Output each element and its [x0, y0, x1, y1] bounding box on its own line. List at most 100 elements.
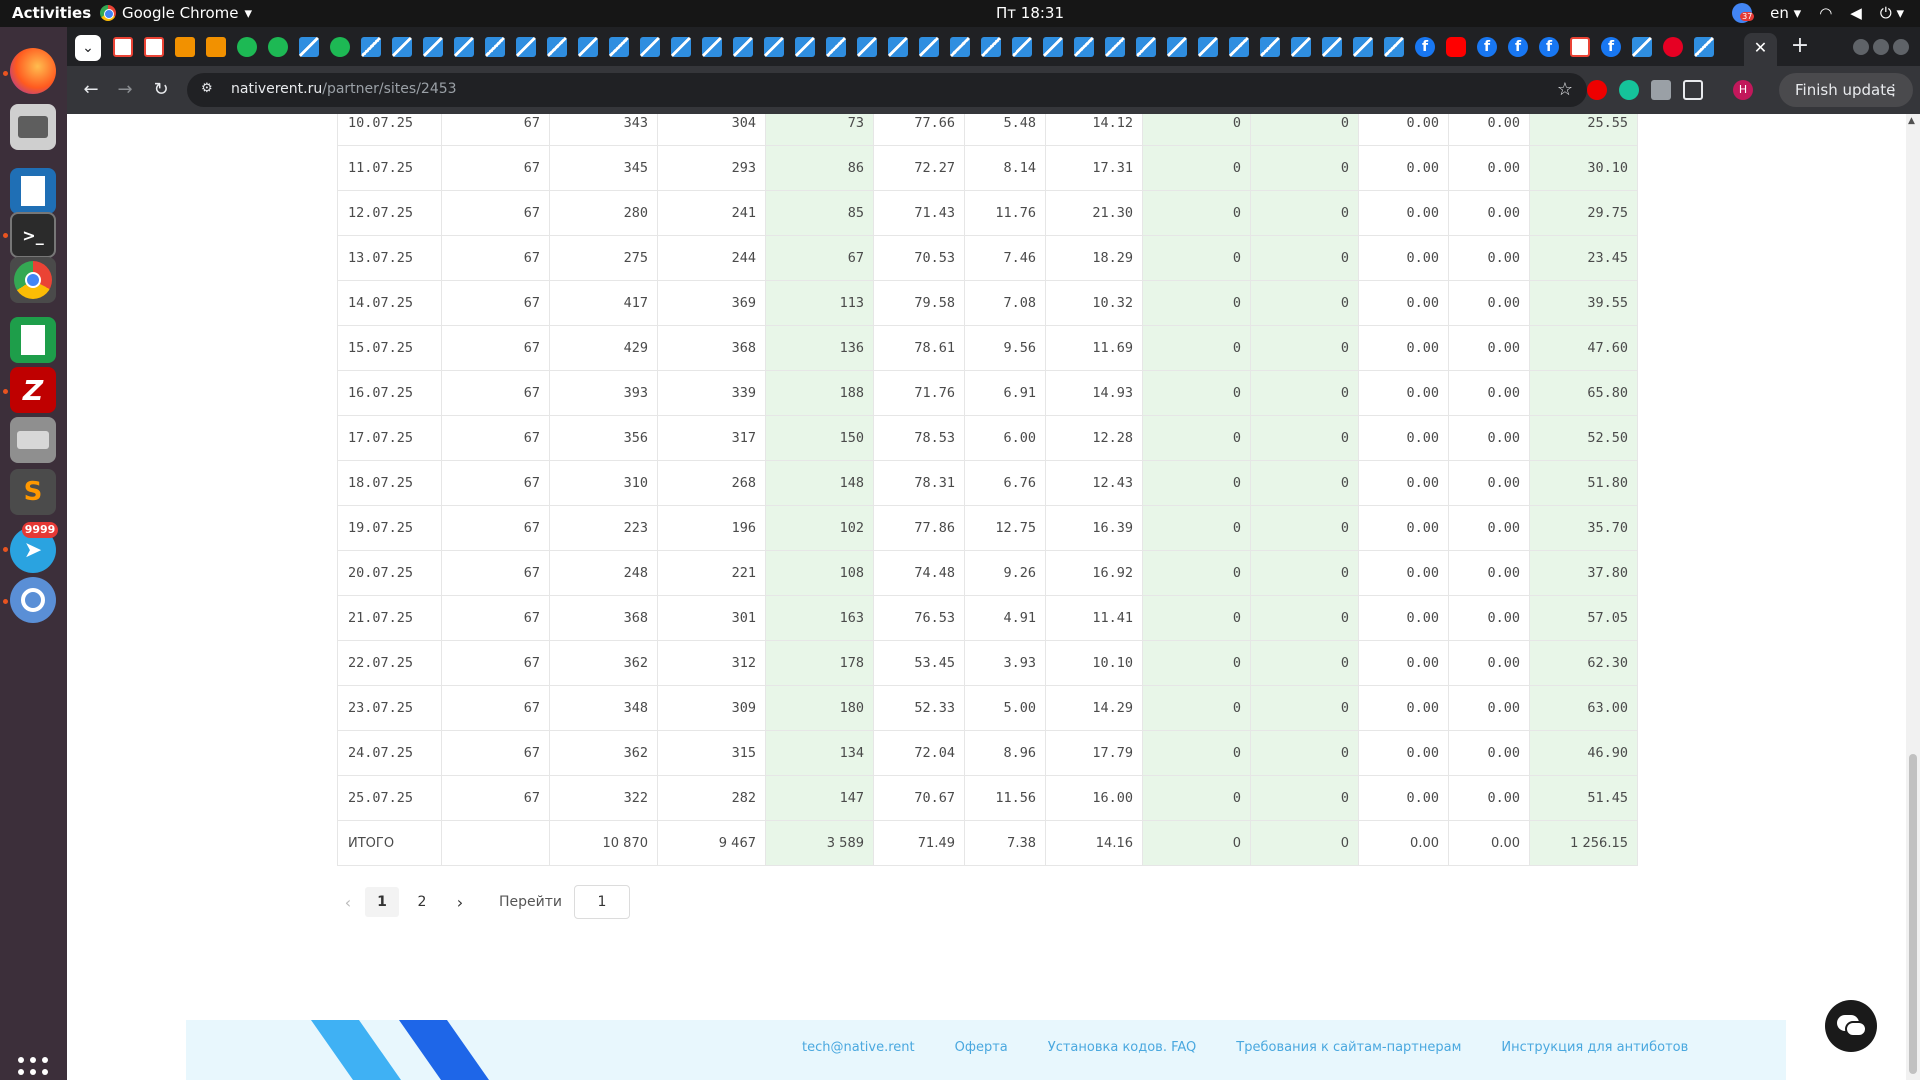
tab-favicon[interactable]	[1446, 37, 1466, 57]
tab-search-button[interactable]: ⌄	[75, 35, 101, 61]
tab-favicon[interactable]	[1105, 37, 1125, 57]
bookmark-star-icon[interactable]: ☆	[1557, 79, 1573, 100]
tab-favicon[interactable]	[175, 37, 195, 57]
tab-favicon[interactable]	[578, 37, 598, 57]
reload-button[interactable]: ↻	[147, 76, 175, 104]
maximize-button[interactable]	[1873, 39, 1889, 55]
tab-favicon[interactable]	[144, 37, 164, 57]
tab-favicon[interactable]	[299, 37, 319, 57]
footer-link-requirements[interactable]: Требования к сайтам-партнерам	[1236, 1040, 1461, 1055]
finish-update-button[interactable]: Finish update ⋮	[1779, 73, 1913, 107]
volume-icon[interactable]: ◀	[1850, 4, 1862, 22]
scrollbar-thumb[interactable]	[1909, 754, 1917, 1074]
close-window-button[interactable]	[1893, 39, 1909, 55]
url-text[interactable]: nativerent.ru/partner/sites/2453	[231, 81, 457, 97]
tab-favicon[interactable]	[671, 37, 691, 57]
footer-link-antibot[interactable]: Инструкция для антиботов	[1501, 1040, 1688, 1055]
app-menu[interactable]: Google Chrome ▾	[100, 4, 252, 22]
tab-favicon[interactable]	[1167, 37, 1187, 57]
tab-favicon[interactable]	[919, 37, 939, 57]
tab-favicon[interactable]	[1384, 37, 1404, 57]
tab-favicon[interactable]	[268, 37, 288, 57]
minimize-button[interactable]	[1853, 39, 1869, 55]
profile-avatar[interactable]: H	[1733, 80, 1753, 100]
tab-favicon[interactable]	[609, 37, 629, 57]
tab-favicon[interactable]: f	[1477, 37, 1497, 57]
firefox-icon[interactable]	[10, 48, 56, 94]
tab-favicon[interactable]	[702, 37, 722, 57]
prev-page-button[interactable]: ‹	[337, 893, 359, 912]
tab-favicon[interactable]	[1074, 37, 1094, 57]
tab-favicon[interactable]	[640, 37, 660, 57]
tab-favicon[interactable]: f	[1415, 37, 1435, 57]
sublime-icon[interactable]: S	[10, 469, 56, 515]
forward-button[interactable]: →	[111, 76, 139, 104]
tab-favicon[interactable]: f	[1539, 37, 1559, 57]
clock[interactable]: Пт 18:31	[930, 4, 1130, 22]
tab-favicon[interactable]	[950, 37, 970, 57]
tab-favicon[interactable]	[857, 37, 877, 57]
extension-icon[interactable]	[1651, 80, 1671, 100]
goto-page-input[interactable]: 1	[574, 885, 630, 919]
scroll-up-arrow[interactable]: ▲	[1908, 116, 1915, 126]
writer-icon[interactable]	[10, 168, 56, 214]
footer-link-email[interactable]: tech@native.rent	[802, 1040, 915, 1055]
tab-favicon[interactable]	[113, 37, 133, 57]
tab-favicon[interactable]	[981, 37, 1001, 57]
tab-favicon[interactable]	[1229, 37, 1249, 57]
file-manager-icon[interactable]	[10, 104, 56, 150]
notification-icon[interactable]: 37	[1732, 3, 1755, 23]
filezilla-icon[interactable]: Z	[10, 367, 56, 413]
tab-favicon[interactable]	[795, 37, 815, 57]
tab-favicon[interactable]	[423, 37, 443, 57]
next-page-button[interactable]: ›	[445, 893, 475, 912]
tab-favicon[interactable]	[1291, 37, 1311, 57]
calc-icon[interactable]	[10, 317, 56, 363]
terminal-icon[interactable]: >_	[10, 212, 56, 258]
tab-favicon[interactable]	[361, 37, 381, 57]
show-apps-icon[interactable]	[18, 1057, 48, 1080]
tab-favicon[interactable]	[237, 37, 257, 57]
tab-favicon[interactable]	[1632, 37, 1652, 57]
tab-favicon[interactable]	[1570, 37, 1590, 57]
tab-favicon[interactable]	[1353, 37, 1373, 57]
tab-favicon[interactable]: f	[1508, 37, 1528, 57]
chrome-dock-icon[interactable]	[10, 257, 56, 303]
tab-favicon[interactable]	[330, 37, 350, 57]
tab-favicon[interactable]	[888, 37, 908, 57]
footer-link-faq[interactable]: Установка кодов. FAQ	[1048, 1040, 1197, 1055]
tab-favicon[interactable]	[454, 37, 474, 57]
puzzle-icon[interactable]	[1683, 80, 1703, 100]
new-tab-button[interactable]: +	[1787, 33, 1813, 59]
page-scrollbar[interactable]: ▲	[1906, 114, 1920, 1080]
activities-button[interactable]: Activities	[12, 4, 91, 22]
chat-button[interactable]	[1825, 1000, 1877, 1052]
active-tab-close-button[interactable]: ✕	[1744, 33, 1777, 66]
grammarly-extension-icon[interactable]	[1619, 80, 1639, 100]
page-1-button[interactable]: 1	[365, 887, 399, 917]
tab-favicon[interactable]	[547, 37, 567, 57]
page-2-button[interactable]: 2	[405, 887, 439, 917]
tab-favicon[interactable]	[764, 37, 784, 57]
chromium-icon[interactable]	[10, 577, 56, 623]
address-bar[interactable]: ⚙ nativerent.ru/partner/sites/2453 ☆	[187, 73, 1587, 107]
tab-favicon[interactable]	[392, 37, 412, 57]
language-indicator[interactable]: en ▾	[1770, 4, 1801, 22]
scanner-icon[interactable]	[10, 417, 56, 463]
tab-favicon[interactable]	[516, 37, 536, 57]
tab-favicon[interactable]	[1663, 37, 1683, 57]
tab-favicon[interactable]	[1136, 37, 1156, 57]
tab-favicon[interactable]: f	[1601, 37, 1621, 57]
power-icon[interactable]: ⏻ ▾	[1880, 4, 1904, 22]
tab-favicon[interactable]	[733, 37, 753, 57]
tab-favicon[interactable]	[1322, 37, 1342, 57]
tab-favicon[interactable]	[485, 37, 505, 57]
footer-link-offer[interactable]: Оферта	[955, 1040, 1008, 1055]
tab-favicon[interactable]	[1043, 37, 1063, 57]
tab-favicon[interactable]	[826, 37, 846, 57]
tab-favicon[interactable]	[206, 37, 226, 57]
tab-favicon[interactable]	[1260, 37, 1280, 57]
wifi-icon[interactable]: ◠	[1819, 4, 1832, 22]
back-button[interactable]: ←	[77, 76, 105, 104]
tab-favicon[interactable]	[1694, 37, 1714, 57]
